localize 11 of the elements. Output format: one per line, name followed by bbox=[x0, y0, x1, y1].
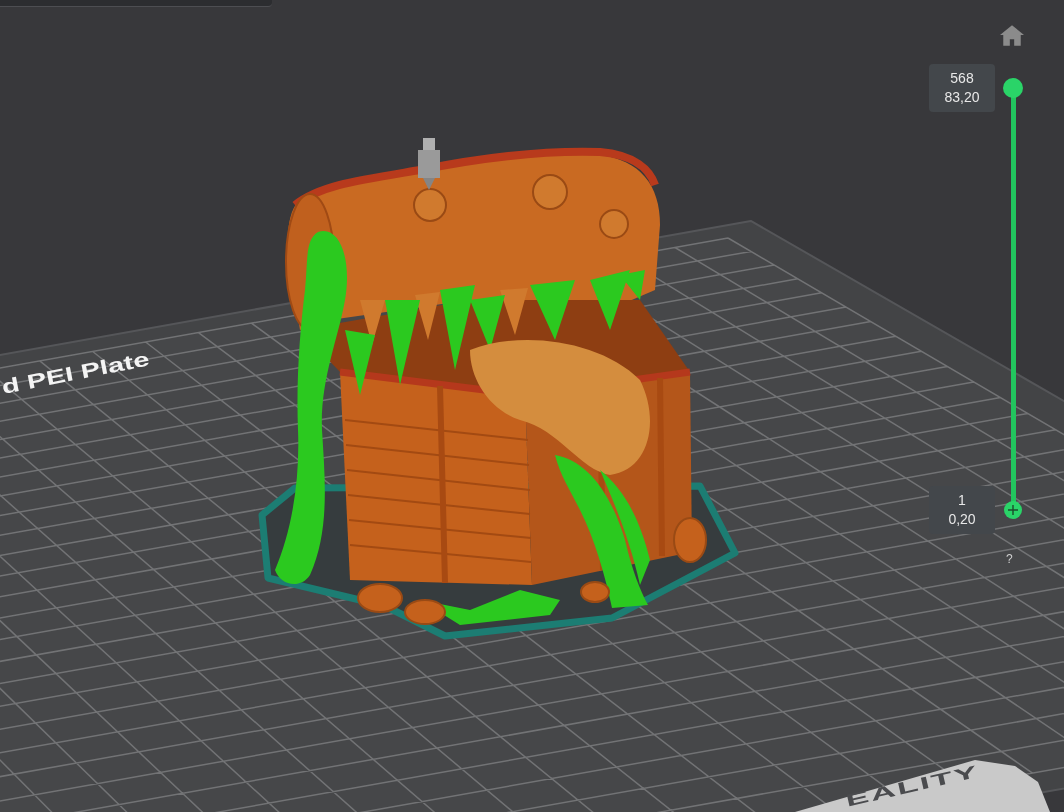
lower-layer-handle[interactable] bbox=[1004, 501, 1022, 519]
plate-label: d PEI Plate bbox=[0, 347, 152, 399]
layer-number: 1 bbox=[958, 491, 966, 510]
help-button[interactable]: ? bbox=[1006, 552, 1013, 566]
plus-icon bbox=[1008, 505, 1018, 515]
home-icon[interactable] bbox=[1000, 25, 1024, 46]
layer-height: 0,20 bbox=[948, 510, 976, 529]
upper-layer-handle[interactable] bbox=[1003, 78, 1023, 98]
layer-number: 568 bbox=[950, 69, 974, 88]
layer-height: 83,20 bbox=[944, 88, 980, 107]
nozzle-icon bbox=[418, 138, 440, 190]
